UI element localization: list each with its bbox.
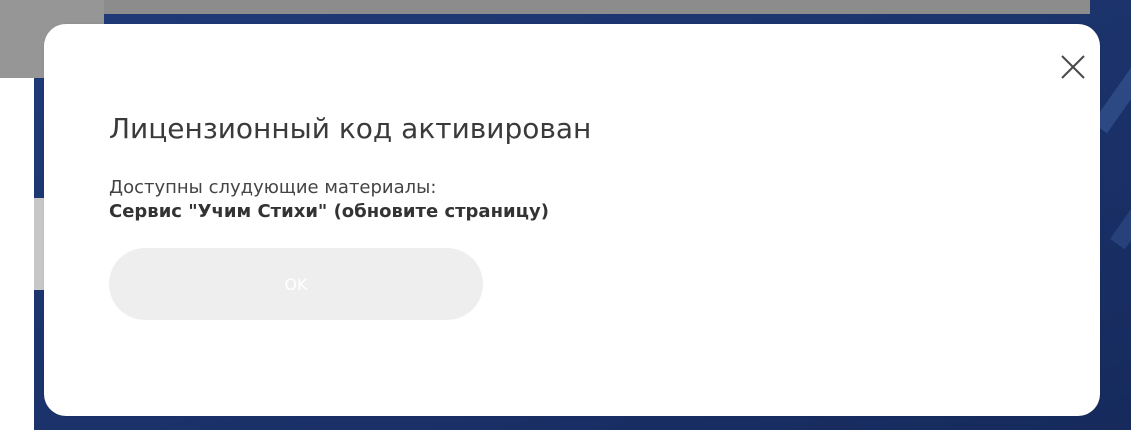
dialog-message: Доступны слудующие материалы: Сервис "Уч… [109,176,549,224]
dialog-title: Лицензионный код активирован [109,112,592,145]
license-activated-dialog: Лицензионный код активирован Доступны сл… [44,24,1100,416]
background-decoration [1110,148,1131,250]
screen: Лицензионный код активирован Доступны сл… [0,0,1131,430]
material-item: Сервис "Учим Стихи" (обновите страницу) [109,201,549,222]
close-icon [1061,55,1085,79]
ok-button[interactable]: OK [109,248,483,320]
background-overlay-bar [0,0,1090,14]
close-button[interactable] [1056,50,1090,84]
available-materials-label: Доступны слудующие материалы: [109,177,437,198]
